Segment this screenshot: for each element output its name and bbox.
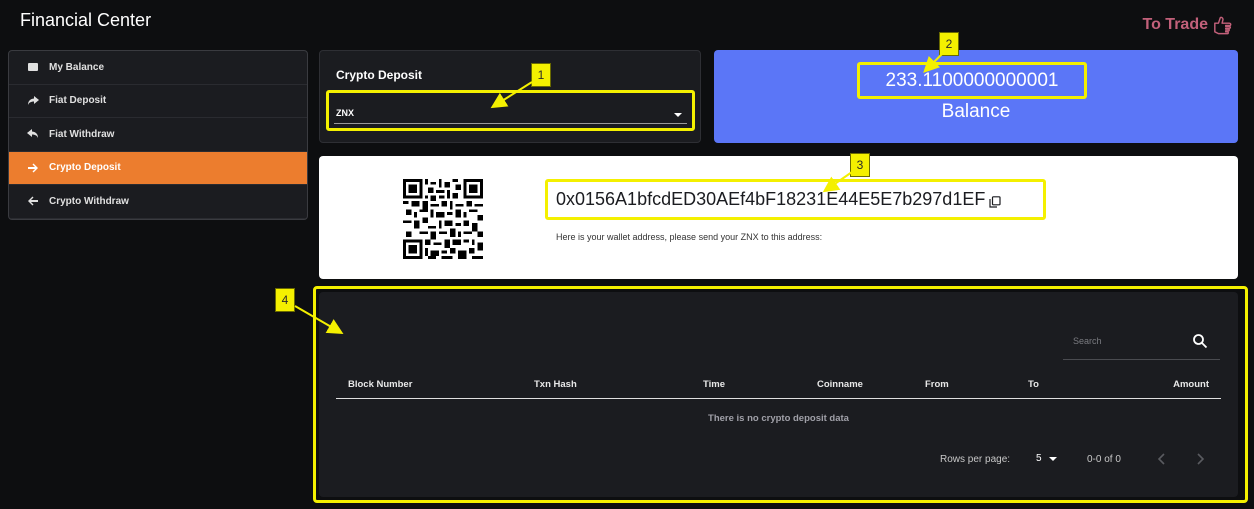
annotation-badge-1: 1 [531, 63, 551, 87]
balance-value: 233.1100000000001 [857, 62, 1087, 99]
chevron-left-icon [1157, 453, 1165, 465]
to-trade-link[interactable]: To Trade [1143, 15, 1235, 35]
reply-arrow-icon [27, 128, 39, 140]
rows-per-page-value: 5 [1036, 453, 1042, 464]
sidebar-item-label: Crypto Deposit [49, 162, 121, 174]
search-placeholder: Search [1073, 336, 1102, 346]
column-header-block-number[interactable]: Block Number [348, 379, 412, 390]
sidebar-item-crypto-withdraw[interactable]: Crypto Withdraw [9, 185, 307, 219]
wallet-address-box[interactable]: 0x0156A1bfcdED30AEf4bF18231E44E5E7b297d1… [545, 179, 1046, 220]
copy-icon[interactable] [989, 195, 1001, 208]
search-input[interactable]: Search [1063, 323, 1220, 360]
annotation-badge-2: 2 [939, 32, 959, 56]
column-header-time[interactable]: Time [703, 379, 725, 390]
wallet-hint: Here is your wallet address, please send… [556, 232, 823, 242]
previous-page-button[interactable] [1155, 452, 1169, 466]
column-header-coinname[interactable]: Coinname [817, 379, 863, 390]
column-header-txn-hash[interactable]: Txn Hash [534, 379, 577, 390]
coin-select-value: ZNX [336, 108, 354, 118]
select-underline [334, 123, 687, 124]
crypto-deposit-title: Crypto Deposit [336, 68, 423, 82]
column-header-to[interactable]: To [1028, 379, 1039, 390]
wallet-icon [27, 61, 39, 73]
dropdown-caret-icon [674, 113, 682, 117]
sidebar-item-my-balance[interactable]: My Balance [9, 51, 307, 85]
column-header-amount[interactable]: Amount [1173, 379, 1209, 390]
sidebar-item-label: Fiat Withdraw [49, 128, 115, 140]
rows-per-page-label: Rows per page: [940, 454, 1011, 465]
pagination-range: 0-0 of 0 [1087, 454, 1121, 465]
sidebar-item-fiat-withdraw[interactable]: Fiat Withdraw [9, 118, 307, 152]
annotation-badge-4: 4 [275, 288, 295, 312]
sidebar-item-crypto-deposit[interactable]: Crypto Deposit [9, 151, 307, 185]
to-trade-label: To Trade [1142, 16, 1209, 33]
pointing-hand-icon [1214, 16, 1232, 35]
next-page-button[interactable] [1193, 452, 1207, 466]
sidebar-nav: My Balance Fiat Deposit Fiat Withdraw Cr… [8, 50, 308, 220]
rows-per-page-select[interactable]: 5 [1036, 453, 1057, 464]
sidebar-item-label: Crypto Withdraw [49, 195, 129, 207]
share-arrow-icon [27, 95, 39, 107]
balance-label: Balance [941, 101, 1011, 122]
sidebar-item-label: Fiat Deposit [49, 95, 107, 107]
wallet-address: 0x0156A1bfcdED30AEf4bF18231E44E5E7b297d1… [556, 189, 986, 209]
empty-table-message: There is no crypto deposit data [708, 413, 849, 424]
arrow-right-icon [27, 162, 39, 174]
dropdown-caret-icon [1048, 456, 1057, 461]
column-header-from[interactable]: From [925, 379, 949, 390]
qr-code [403, 179, 483, 259]
annotation-badge-3: 3 [850, 153, 870, 177]
coin-select[interactable]: ZNX [326, 90, 695, 131]
arrow-left-icon [27, 195, 39, 207]
sidebar-item-fiat-deposit[interactable]: Fiat Deposit [9, 85, 307, 118]
page-title: Financial Center [20, 10, 152, 30]
search-icon[interactable] [1192, 333, 1208, 349]
sidebar-item-label: My Balance [49, 61, 105, 73]
chevron-right-icon [1197, 453, 1205, 465]
table-header: Block Number Txn Hash Time Coinname From… [336, 372, 1221, 399]
